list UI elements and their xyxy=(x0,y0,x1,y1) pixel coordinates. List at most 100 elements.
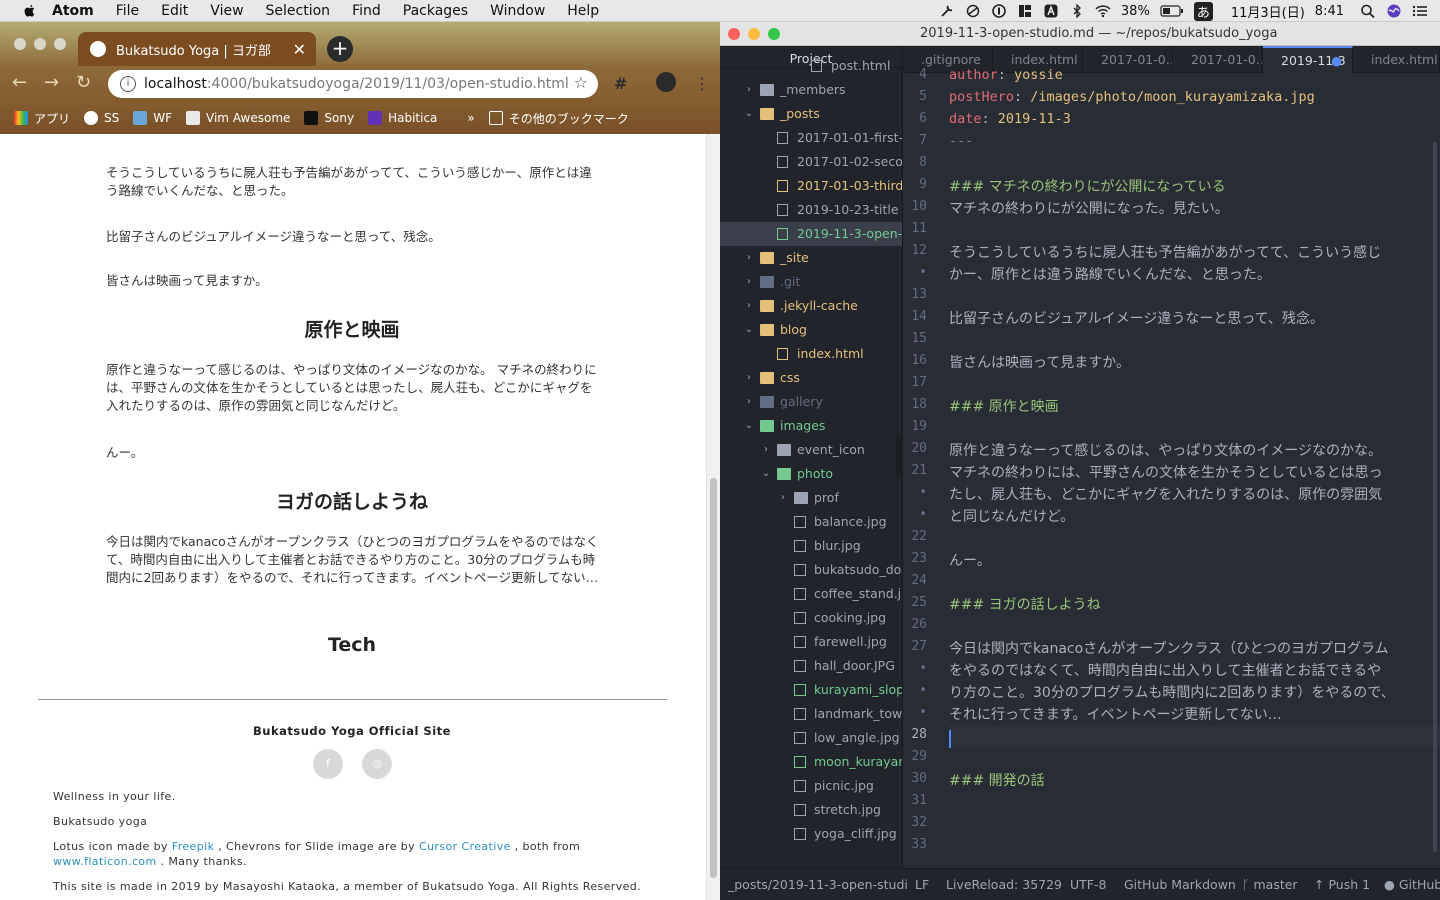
wifi-icon[interactable] xyxy=(1095,4,1111,18)
tree-item[interactable]: kurayami_slop xyxy=(720,678,902,702)
battery-icon[interactable] xyxy=(1160,4,1184,18)
bookmark-sony[interactable]: Sony xyxy=(304,111,354,125)
cursor-creative-link[interactable]: Cursor Creative xyxy=(419,840,511,853)
forward-arrow-icon[interactable]: → xyxy=(44,72,59,93)
window-close-button[interactable] xyxy=(728,27,740,40)
tree-item[interactable]: › .jekyll-cache xyxy=(720,294,902,318)
bookmark-apps[interactable]: アプリ xyxy=(14,110,70,127)
sync-icon[interactable] xyxy=(965,4,981,18)
reload-icon[interactable]: ↻ xyxy=(76,72,91,93)
window-minimize-button[interactable] xyxy=(748,27,760,40)
tree-item[interactable]: moon_kurayar xyxy=(720,750,902,774)
menu-packages[interactable]: Packages xyxy=(403,3,468,19)
chevron-down-icon[interactable]: ⌄ xyxy=(744,414,754,438)
bookmark-other-folder[interactable]: その他のブックマーク xyxy=(488,110,629,127)
menu-selection[interactable]: Selection xyxy=(266,3,331,19)
menu-find[interactable]: Find xyxy=(352,3,381,19)
spotlight-search-icon[interactable] xyxy=(1360,4,1376,18)
extension-icon[interactable] xyxy=(656,72,676,92)
chevron-right-icon[interactable]: › xyxy=(778,486,788,510)
siri-icon[interactable] xyxy=(1386,4,1402,18)
status-file-path[interactable]: _posts/2019-11-3-open-studi xyxy=(728,877,908,892)
bookmarks-overflow-icon[interactable]: » xyxy=(467,111,474,125)
editor-tab[interactable]: 2017-01-0… xyxy=(1083,46,1173,73)
menu-window[interactable]: Window xyxy=(490,3,545,19)
bookmark-wf[interactable]: WF xyxy=(133,111,172,125)
chevron-right-icon[interactable]: › xyxy=(744,366,754,390)
status-push[interactable]: ↑ Push 1 xyxy=(1314,877,1370,892)
chevron-right-icon[interactable]: › xyxy=(744,270,754,294)
app-store-icon[interactable] xyxy=(1043,4,1059,18)
tree-item[interactable]: coffee_stand.j xyxy=(720,582,902,606)
tree-item[interactable]: picnic.jpg xyxy=(720,774,902,798)
tree-item[interactable]: low_angle.jpg xyxy=(720,726,902,750)
status-encoding[interactable]: UTF-8 xyxy=(1070,877,1106,892)
bookmark-vim-awesome[interactable]: Vim Awesome xyxy=(186,111,290,125)
apple-icon[interactable] xyxy=(20,2,38,20)
tree-item[interactable]: › prof xyxy=(720,486,902,510)
chevron-down-icon[interactable]: ⌄ xyxy=(744,102,754,126)
status-line-ending[interactable]: LF xyxy=(915,877,929,892)
tab-close-icon[interactable]: ✕ xyxy=(293,40,306,59)
scrollbar-thumb[interactable] xyxy=(710,478,717,878)
back-arrow-icon[interactable]: ← xyxy=(12,72,27,93)
tree-item[interactable]: farewell.jpg xyxy=(720,630,902,654)
tree-item[interactable]: index.html xyxy=(720,342,902,366)
tree-item[interactable]: › _site xyxy=(720,246,902,270)
bookmark-habitica[interactable]: Habitica xyxy=(368,111,437,125)
tree-item[interactable]: stretch.jpg xyxy=(720,798,902,822)
tree-item[interactable]: › .git xyxy=(720,270,902,294)
tree-item[interactable]: › gallery xyxy=(720,390,902,414)
menu-view[interactable]: View xyxy=(210,3,243,19)
tree-item[interactable]: yoga_cliff.jpg xyxy=(720,822,902,846)
onepassword-icon[interactable] xyxy=(991,4,1007,18)
page-scrollbar[interactable] xyxy=(706,134,720,900)
tree-item[interactable]: hall_door.JPG xyxy=(720,654,902,678)
instagram-icon[interactable]: ◎ xyxy=(362,749,392,779)
tree-item[interactable]: › _members xyxy=(720,78,902,102)
window-minimize-button[interactable] xyxy=(34,38,46,50)
status-github[interactable]: ● GitHub xyxy=(1384,877,1440,892)
tree-item[interactable]: ⌄ photo xyxy=(720,462,902,486)
tree-item[interactable]: ⌄ _posts xyxy=(720,102,902,126)
window-zoom-button[interactable] xyxy=(54,38,66,50)
site-info-icon[interactable]: i xyxy=(120,76,136,92)
window-close-button[interactable] xyxy=(14,38,26,50)
chrome-menu-icon[interactable]: ⋮ xyxy=(694,74,710,93)
freepik-link[interactable]: Freepik xyxy=(172,840,215,853)
window-manager-icon[interactable] xyxy=(1017,4,1033,18)
chevron-right-icon[interactable]: › xyxy=(744,390,754,414)
tree-item[interactable]: 2017-01-02-seco xyxy=(720,150,902,174)
tree-item[interactable]: landmark_tow xyxy=(720,702,902,726)
chevron-down-icon[interactable]: ⌄ xyxy=(744,318,754,342)
menu-edit[interactable]: Edit xyxy=(161,3,188,19)
notification-center-icon[interactable] xyxy=(1412,4,1428,18)
tree-item[interactable]: ⌄ blog xyxy=(720,318,902,342)
hashtag-extension-icon[interactable]: # xyxy=(614,74,627,93)
chevron-down-icon[interactable]: ⌄ xyxy=(761,462,771,486)
status-grammar[interactable]: GitHub Markdown xyxy=(1124,877,1236,892)
tree-item[interactable]: 2017-01-01-first- xyxy=(720,126,902,150)
menu-app-atom[interactable]: Atom xyxy=(52,3,94,19)
browser-tab-active[interactable]: Bukatsudo Yoga | ヨガ部 ✕ xyxy=(78,32,316,66)
chevron-right-icon[interactable]: › xyxy=(761,438,771,462)
tree-item[interactable]: ⌄ images xyxy=(720,414,902,438)
editor-tab-active[interactable]: 2019-11-3 ● xyxy=(1263,46,1353,73)
tree-item[interactable]: 2017-01-03-third xyxy=(720,174,902,198)
bookmark-star-icon[interactable]: ☆ xyxy=(574,73,588,92)
flaticon-link[interactable]: www.flaticon.com xyxy=(53,855,157,868)
tree-item[interactable]: balance.jpg xyxy=(720,510,902,534)
bluetooth-icon[interactable] xyxy=(1069,4,1085,18)
tree-item[interactable]: cooking.jpg xyxy=(720,606,902,630)
status-livereload[interactable]: LiveReload: 35729 xyxy=(946,877,1062,892)
window-zoom-button[interactable] xyxy=(768,27,780,40)
wrench-icon[interactable] xyxy=(939,4,955,18)
chevron-right-icon[interactable]: › xyxy=(744,78,754,102)
tree-item[interactable]: 2019-11-3-open- xyxy=(720,222,902,246)
address-bar[interactable]: i localhost:4000/bukatsudoyoga/2019/11/0… xyxy=(108,70,598,98)
input-method-indicator[interactable]: あ xyxy=(1193,1,1213,21)
menubar-date[interactable]: 11月3日(日) xyxy=(1231,2,1305,21)
editor-scrollbar[interactable] xyxy=(1433,142,1437,852)
status-branch[interactable]: ᚴ master xyxy=(1242,877,1298,892)
editor-tab[interactable]: index.html xyxy=(1353,46,1440,73)
